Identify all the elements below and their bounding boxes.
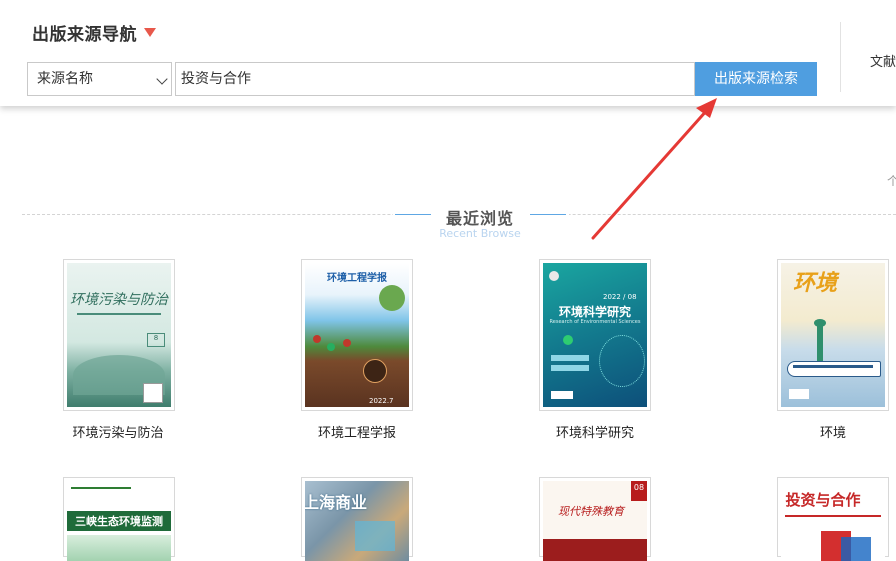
book-cover-card[interactable]: 投资与合作 xyxy=(777,477,889,561)
edge-text: 个 xyxy=(887,174,896,188)
book-title[interactable]: 环境 xyxy=(763,422,896,441)
source-type-select-value: 来源名称 xyxy=(37,71,93,87)
book-cover-image: 2022 / 08 环境科学研究 Research of Environment… xyxy=(543,263,647,407)
cover-date: 2022 / 08 xyxy=(603,293,637,301)
book-cover-image: 环境工程学报 2022.7 xyxy=(305,263,409,407)
book-cover-image: 环境 xyxy=(781,263,885,407)
book-cover-image: 上海商业 xyxy=(305,481,409,561)
book-cover-card[interactable]: 三峡生态环境监测 xyxy=(63,477,175,561)
source-type-select[interactable]: 来源名称 xyxy=(27,62,172,96)
cover-title: 三峡生态环境监测 xyxy=(75,515,163,528)
section-line-left xyxy=(395,214,431,215)
source-search-button[interactable]: 出版来源检索 xyxy=(695,62,817,96)
book-cover-card[interactable]: 环境 xyxy=(777,259,889,411)
source-nav-header: 出版来源导航 来源名称 投资与合作 出版来源检索 文献 xyxy=(0,0,896,106)
section-line-right xyxy=(530,214,566,215)
book-cover-image: 三峡生态环境监测 xyxy=(67,481,171,561)
cover-title: 投资与合作 xyxy=(785,491,861,509)
book-title[interactable]: 环境科学研究 xyxy=(525,422,665,441)
book-cover-card[interactable]: 08 现代特殊教育 xyxy=(539,477,651,561)
book-cover-image: 08 现代特殊教育 xyxy=(543,481,647,561)
book-cover-card[interactable]: 环境工程学报 2022.7 xyxy=(301,259,413,411)
nav-title[interactable]: 出版来源导航 xyxy=(32,20,137,45)
cover-date: 2022.7 xyxy=(369,397,394,405)
cover-title: 环境科学研究 xyxy=(558,305,631,319)
cover-title: 环境 xyxy=(792,270,837,296)
divider xyxy=(840,22,841,92)
book-cover-image: 环境污染与防治 8 xyxy=(67,263,171,407)
chevron-down-icon xyxy=(156,73,168,85)
cover-title: 环境污染与防治 xyxy=(70,292,168,308)
cover-subtitle: Research of Environmental Sciences xyxy=(549,319,641,325)
section-title: 最近浏览 xyxy=(445,209,514,228)
cover-title: 环境工程学报 xyxy=(327,273,387,284)
book-cover-card[interactable]: 2022 / 08 环境科学研究 Research of Environment… xyxy=(539,259,651,411)
caret-down-icon[interactable] xyxy=(144,28,156,37)
section-subtitle: Recent Browse xyxy=(439,227,521,240)
cover-title: 上海商业 xyxy=(305,493,367,512)
issue-badge: 08 xyxy=(631,481,647,501)
search-input[interactable]: 投资与合作 xyxy=(175,62,695,96)
book-cover-image: 投资与合作 xyxy=(781,481,885,561)
book-cover-card[interactable]: 上海商业 xyxy=(301,477,413,561)
book-title[interactable]: 环境工程学报 xyxy=(287,422,427,441)
book-cover-card[interactable]: 环境污染与防治 8 xyxy=(63,259,175,411)
book-title[interactable]: 环境污染与防治 xyxy=(48,422,188,441)
cover-title: 现代特殊教育 xyxy=(558,505,624,518)
document-tab-link[interactable]: 文献 xyxy=(870,51,896,70)
